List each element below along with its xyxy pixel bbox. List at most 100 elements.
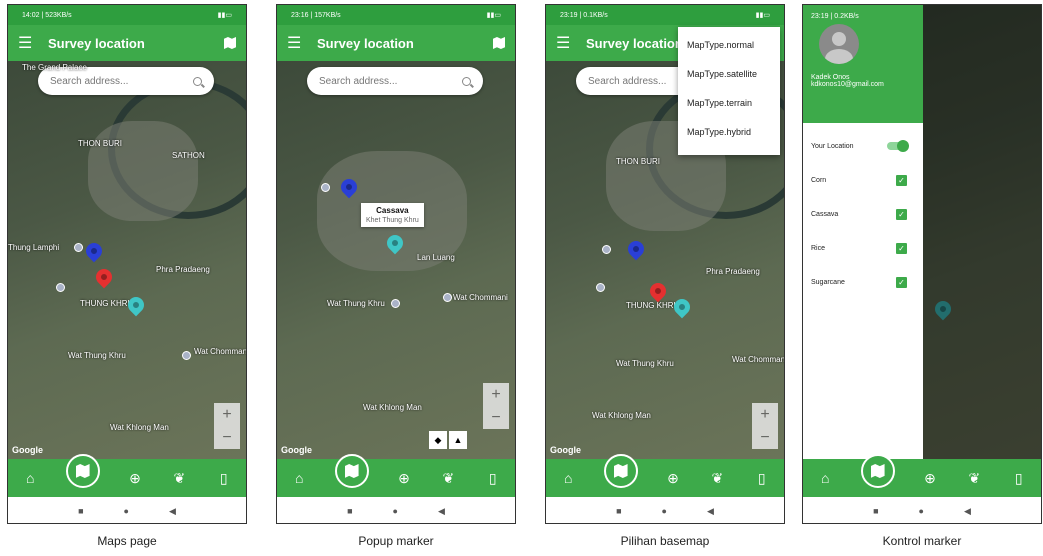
drawer-item-cassava[interactable]: Cassava ✓	[803, 197, 923, 231]
zoom-controls[interactable]: + −	[483, 383, 509, 429]
home-icon[interactable]: ⌂	[559, 469, 577, 487]
map-icon	[870, 464, 885, 478]
app-bar: ☰ Survey location	[277, 25, 515, 61]
drawer-item-sugarcane[interactable]: Sugarcane ✓	[803, 265, 923, 299]
poi-icon[interactable]	[596, 283, 605, 292]
map-icon[interactable]	[224, 37, 236, 49]
recent-apps-button[interactable]: ■	[873, 506, 878, 516]
zoom-out-button[interactable]: −	[760, 429, 769, 447]
zoom-in-button[interactable]: +	[491, 386, 500, 404]
map-label: Phra Pradaeng	[156, 265, 210, 274]
drawer-item-your-location[interactable]: Your Location	[803, 129, 923, 163]
add-icon[interactable]: ⊕	[126, 469, 144, 487]
map-label: THUNG KHRU	[626, 301, 680, 310]
home-button[interactable]: ●	[393, 506, 398, 516]
caption: Popup marker	[358, 534, 434, 548]
checkbox-rice[interactable]: ✓	[896, 242, 907, 254]
back-button[interactable]: ◀	[707, 506, 714, 517]
menu-item-hybrid[interactable]: MapType.hybrid	[678, 118, 780, 147]
checkbox-corn[interactable]: ✓	[896, 174, 907, 186]
checkbox-cassava[interactable]: ✓	[896, 208, 907, 220]
marker-rice[interactable]	[124, 293, 148, 317]
system-nav: ■ ● ◀	[803, 497, 1041, 523]
zoom-in-button[interactable]: +	[760, 406, 769, 424]
map-view[interactable]: Search address... Wat Thung Khru Wat Khl…	[277, 61, 515, 459]
search-input[interactable]: Search address...	[307, 67, 483, 95]
map-icon	[75, 464, 90, 478]
phone-icon[interactable]: ▯	[1010, 469, 1028, 487]
zoom-out-button[interactable]: −	[491, 409, 500, 427]
poi-icon[interactable]	[443, 293, 452, 302]
home-icon[interactable]: ⌂	[290, 469, 308, 487]
marker-popup[interactable]: Cassava Khet Thung Khru	[361, 203, 424, 227]
drawer-scrim[interactable]	[923, 5, 1041, 459]
recent-apps-button[interactable]: ■	[347, 506, 352, 516]
zoom-out-button[interactable]: −	[222, 429, 231, 447]
menu-icon[interactable]: ☰	[556, 33, 586, 53]
caption: Maps page	[97, 534, 157, 548]
map-fab-button[interactable]	[334, 454, 369, 488]
add-icon[interactable]: ⊕	[395, 469, 413, 487]
bottom-nav: ⌂ ⊕ ❦ ▯	[546, 454, 784, 497]
poi-icon[interactable]	[602, 245, 611, 254]
marker-rice[interactable]	[670, 295, 694, 319]
google-maps-icon[interactable]: ▲	[449, 431, 467, 449]
marker-corn[interactable]	[624, 237, 648, 261]
home-button[interactable]: ●	[124, 506, 129, 516]
navigation-drawer: 23:19 | 0.2KB/s Kadek Onos kdkonos10@gma…	[803, 5, 923, 459]
zoom-in-button[interactable]: +	[222, 406, 231, 424]
leaf-icon[interactable]: ❦	[965, 469, 983, 487]
menu-item-satellite[interactable]: MapType.satellite	[678, 60, 780, 89]
add-icon[interactable]: ⊕	[664, 469, 682, 487]
location-toggle[interactable]	[887, 140, 909, 152]
map-label: Wat Khlong Man	[592, 411, 651, 420]
map-fab-button[interactable]	[603, 454, 638, 488]
map-fab-button[interactable]	[860, 454, 895, 488]
leaf-icon[interactable]: ❦	[170, 469, 188, 487]
home-button[interactable]: ●	[919, 506, 924, 516]
poi-icon[interactable]	[321, 183, 330, 192]
map-fab-button[interactable]	[65, 454, 100, 488]
menu-icon[interactable]: ☰	[18, 33, 48, 53]
marker-cassava[interactable]	[646, 279, 670, 303]
search-icon[interactable]	[193, 76, 202, 86]
menu-item-normal[interactable]: MapType.normal	[678, 31, 780, 60]
poi-icon[interactable]	[182, 351, 191, 360]
recent-apps-button[interactable]: ■	[78, 506, 83, 516]
leaf-icon[interactable]: ❦	[708, 469, 726, 487]
drawer-item-corn[interactable]: Corn ✓	[803, 163, 923, 197]
map-icon[interactable]	[493, 37, 505, 49]
zoom-controls[interactable]: + −	[214, 403, 240, 449]
map-label: Lan Luang	[417, 253, 455, 262]
marker-corn[interactable]	[82, 239, 106, 263]
back-button[interactable]: ◀	[169, 506, 176, 517]
poi-icon[interactable]	[56, 283, 65, 292]
phone-icon[interactable]: ▯	[215, 469, 233, 487]
add-icon[interactable]: ⊕	[921, 469, 939, 487]
menu-item-terrain[interactable]: MapType.terrain	[678, 89, 780, 118]
back-button[interactable]: ◀	[438, 506, 445, 517]
drawer-item-rice[interactable]: Rice ✓	[803, 231, 923, 265]
phone-icon[interactable]: ▯	[753, 469, 771, 487]
home-button[interactable]: ●	[662, 506, 667, 516]
phone-icon[interactable]: ▯	[484, 469, 502, 487]
leaf-icon[interactable]: ❦	[439, 469, 457, 487]
status-time: 23:19 | 0.2KB/s	[811, 13, 859, 20]
home-icon[interactable]: ⌂	[816, 469, 834, 487]
user-name: Kadek Onos	[811, 74, 850, 81]
map-view[interactable]: Search address... The Grand Palace THON …	[8, 61, 246, 459]
poi-icon[interactable]	[74, 243, 83, 252]
marker-cassava[interactable]	[92, 265, 116, 289]
search-icon[interactable]	[462, 76, 471, 86]
menu-icon[interactable]: ☰	[287, 33, 317, 53]
checkbox-sugarcane[interactable]: ✓	[896, 276, 907, 288]
recent-apps-button[interactable]: ■	[616, 506, 621, 516]
map-label: Wat Chommani	[194, 347, 246, 356]
directions-icon[interactable]: ◆	[429, 431, 447, 449]
zoom-controls[interactable]: + −	[752, 403, 778, 449]
home-icon[interactable]: ⌂	[21, 469, 39, 487]
back-button[interactable]: ◀	[964, 506, 971, 517]
poi-icon[interactable]	[391, 299, 400, 308]
google-logo: Google	[281, 445, 312, 455]
bottom-nav: ⌂ ⊕ ❦ ▯	[277, 454, 515, 497]
